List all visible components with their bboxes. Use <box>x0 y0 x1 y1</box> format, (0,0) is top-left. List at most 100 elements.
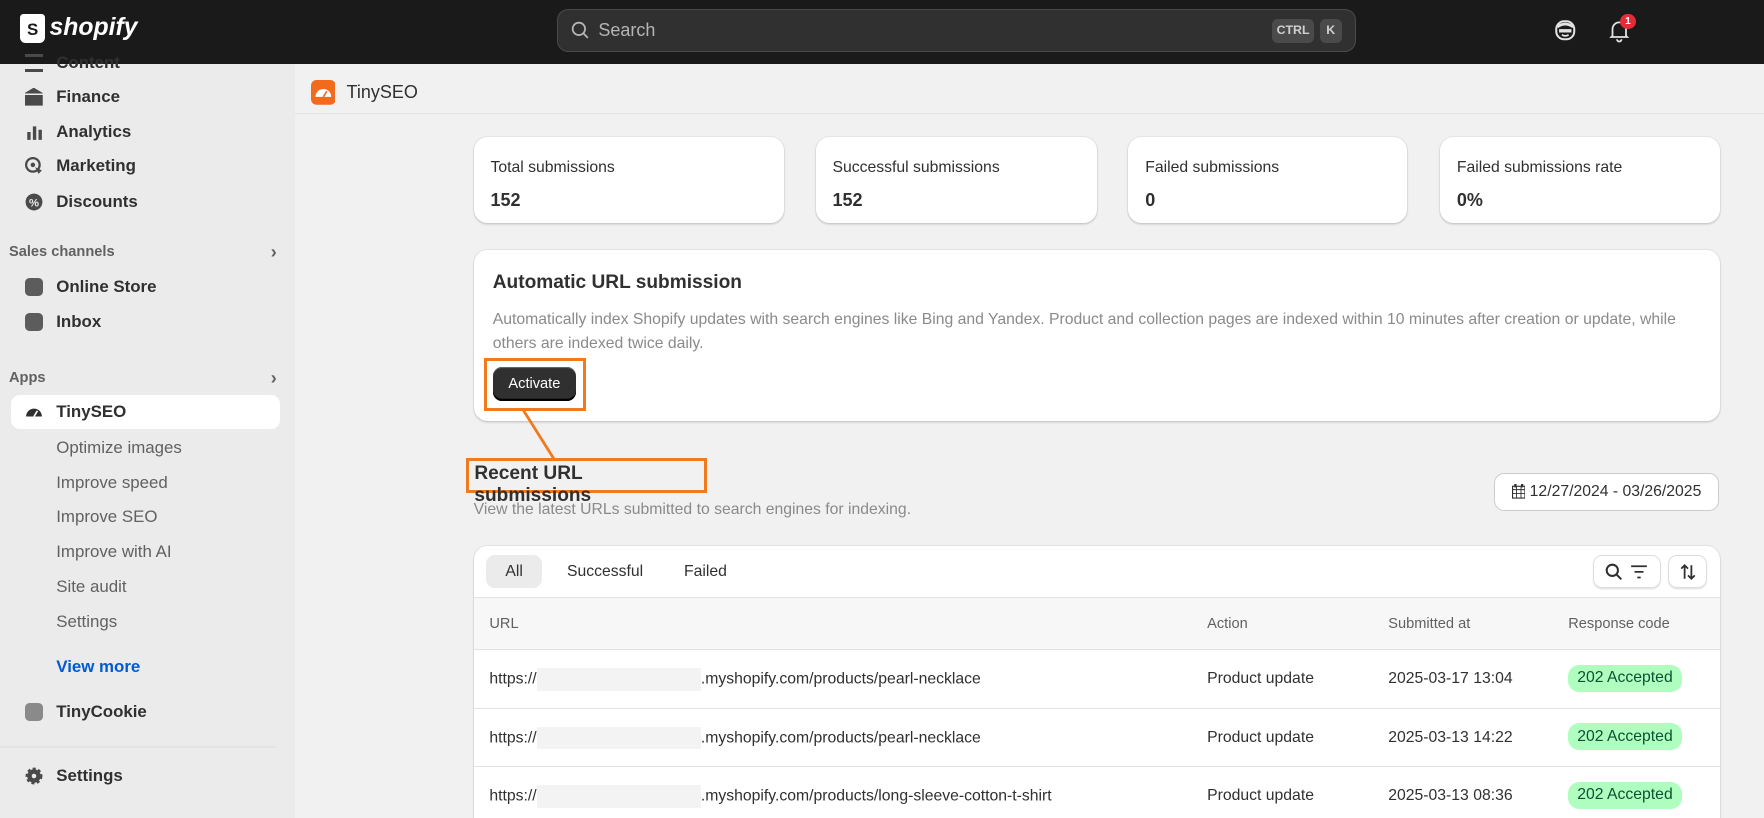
sidebar-subitem-improve-seo[interactable]: Improve SEO <box>56 507 157 527</box>
url-cell: https:// .myshopify.com/products/pearl-ne… <box>489 726 981 750</box>
table-row[interactable]: https:// .myshopify.com/products/pearl-ne… <box>473 649 1721 708</box>
stat-failed-rate: Failed submissions rate 0% <box>1440 137 1721 223</box>
stat-value: 0 <box>1145 190 1156 211</box>
sidebar-item-label: Settings <box>56 766 123 786</box>
table-row[interactable]: https:// .myshopify.com/products/long-sle… <box>473 766 1721 818</box>
col-action[interactable]: Action <box>1207 616 1248 632</box>
col-submitted[interactable]: Submitted at <box>1388 616 1470 632</box>
url-prefix: https:// <box>489 729 537 747</box>
action-cell: Product update <box>1207 670 1314 688</box>
stat-value: 152 <box>490 190 521 211</box>
divider <box>0 745 276 749</box>
url-suffix: .myshopify.com/products/pearl-necklace <box>700 670 981 688</box>
sidebar-item-inbox[interactable]: Inbox <box>24 311 102 332</box>
submitted-cell: 2025-03-17 13:04 <box>1388 670 1513 688</box>
shopify-logo[interactable]: Sshopify <box>20 13 138 43</box>
analytics-icon <box>27 125 42 140</box>
col-url[interactable]: URL <box>489 616 518 632</box>
sidebar-subitem-improve-ai[interactable]: Improve with AI <box>56 542 171 562</box>
avatar-icon[interactable] <box>1554 19 1577 42</box>
recent-subtitle: View the latest URLs submitted to search… <box>473 500 912 518</box>
view-more-link[interactable]: View more <box>56 657 140 677</box>
calendar-icon <box>1511 484 1526 499</box>
notification-badge: 1 <box>1620 13 1636 30</box>
sidebar-item-label: TinyCookie <box>56 702 147 721</box>
sidebar-item-content[interactable]: Content <box>24 52 120 73</box>
content-icon <box>24 53 43 72</box>
speedometer-icon <box>25 408 42 417</box>
marketing-icon <box>24 157 42 175</box>
tab-successful[interactable]: Successful <box>567 563 643 581</box>
date-range-label: 12/27/2024 - 03/26/2025 <box>1529 482 1702 500</box>
tab-all[interactable]: All <box>486 554 543 589</box>
sidebar-subitem-site-audit[interactable]: Site audit <box>56 577 126 597</box>
sort-icon <box>1680 563 1695 580</box>
sidebar-item-analytics[interactable]: Analytics <box>25 122 131 142</box>
url-cell: https:// .myshopify.com/products/long-sle… <box>489 785 1052 808</box>
apps-header[interactable]: Apps › <box>9 367 277 388</box>
app-title: TinySEO <box>346 82 418 103</box>
url-cell: https:// .myshopify.com/products/pearl-ne… <box>489 668 981 691</box>
sidebar-item-online-store[interactable]: Online Store <box>24 277 156 297</box>
action-cell: Product update <box>1207 787 1314 805</box>
sidebar-item-marketing[interactable]: Marketing <box>24 156 136 176</box>
stat-label: Total submissions <box>490 158 615 176</box>
submitted-cell: 2025-03-13 08:36 <box>1388 787 1513 805</box>
sidebar-item-settings[interactable]: Settings <box>25 766 123 786</box>
search-icon <box>1606 563 1623 580</box>
chevron-right-icon: › <box>270 367 277 388</box>
sidebar-item-label: Discounts <box>56 192 138 212</box>
recent-title: Recent URL submissions <box>465 457 707 506</box>
top-bar: Sshopify Search CTRL K 1 <box>0 0 1764 65</box>
sidebar-item-tinycookie[interactable]: TinyCookie <box>24 702 147 722</box>
sidebar-item-tinyseo[interactable]: TinySEO <box>25 402 126 422</box>
search-input[interactable]: Search CTRL K <box>556 9 1356 52</box>
sidebar-subitem-improve-speed[interactable]: Improve speed <box>56 473 168 493</box>
sidebar-subitem-optimize-images[interactable]: Optimize images <box>56 438 182 458</box>
stat-successful: Successful submissions 152 <box>815 137 1097 223</box>
cookie-icon <box>24 703 43 721</box>
search-filter-button[interactable] <box>1593 554 1661 589</box>
main-content: TinySEO Total submissions 152 Successful … <box>294 64 1764 818</box>
section-label: Sales channels <box>9 244 115 261</box>
inbox-icon <box>24 312 43 331</box>
sales-channels-header[interactable]: Sales channels › <box>9 241 277 262</box>
stat-total: Total submissions 152 <box>473 137 785 223</box>
sidebar-item-finance[interactable]: Finance <box>24 87 120 107</box>
notifications-button[interactable]: 1 <box>1608 13 1636 49</box>
svg-text:%: % <box>29 198 39 210</box>
sidebar-item-label: Inbox <box>56 311 102 331</box>
date-range-picker[interactable]: 12/27/2024 - 03/26/2025 <box>1494 472 1719 511</box>
annotation-connector <box>521 409 555 460</box>
tinyseo-logo-icon <box>310 79 336 105</box>
url-suffix: .myshopify.com/products/long-sleeve-cott… <box>700 787 1052 805</box>
sidebar-item-discounts[interactable]: % Discounts <box>25 192 138 212</box>
stat-label: Failed submissions rate <box>1456 158 1623 176</box>
action-cell: Product update <box>1207 728 1314 746</box>
sidebar-subitem-settings[interactable]: Settings <box>56 612 117 632</box>
auto-title: Automatic URL submission <box>492 272 742 294</box>
col-response[interactable]: Response code <box>1568 616 1670 632</box>
sidebar: Content Finance Analytics Marketing % Dis… <box>0 53 295 818</box>
brand-name: shopify <box>49 14 138 42</box>
status-badge: 202 Accepted <box>1568 781 1682 809</box>
stat-failed: Failed submissions 0 <box>1128 137 1408 223</box>
kbd-ctrl: CTRL <box>1272 19 1314 43</box>
sort-button[interactable] <box>1668 554 1707 589</box>
sidebar-item-label: Analytics <box>56 121 132 141</box>
redacted-domain <box>536 726 701 750</box>
activate-button[interactable]: Activate <box>492 366 576 401</box>
sidebar-item-label: Content <box>56 52 120 72</box>
search-icon <box>572 22 589 39</box>
sidebar-item-label: TinySEO <box>56 401 127 421</box>
stat-value: 0% <box>1456 190 1483 211</box>
table-row[interactable]: https:// .myshopify.com/products/pearl-ne… <box>473 707 1721 767</box>
search-placeholder: Search <box>598 19 656 40</box>
url-suffix: .myshopify.com/products/pearl-necklace <box>700 729 981 747</box>
shopify-bag-icon: S <box>20 13 45 43</box>
chevron-right-icon: › <box>270 241 277 262</box>
tab-failed[interactable]: Failed <box>684 563 727 581</box>
kbd-k: K <box>1319 19 1342 43</box>
filter-icon <box>1631 564 1647 579</box>
url-prefix: https:// <box>489 787 537 805</box>
